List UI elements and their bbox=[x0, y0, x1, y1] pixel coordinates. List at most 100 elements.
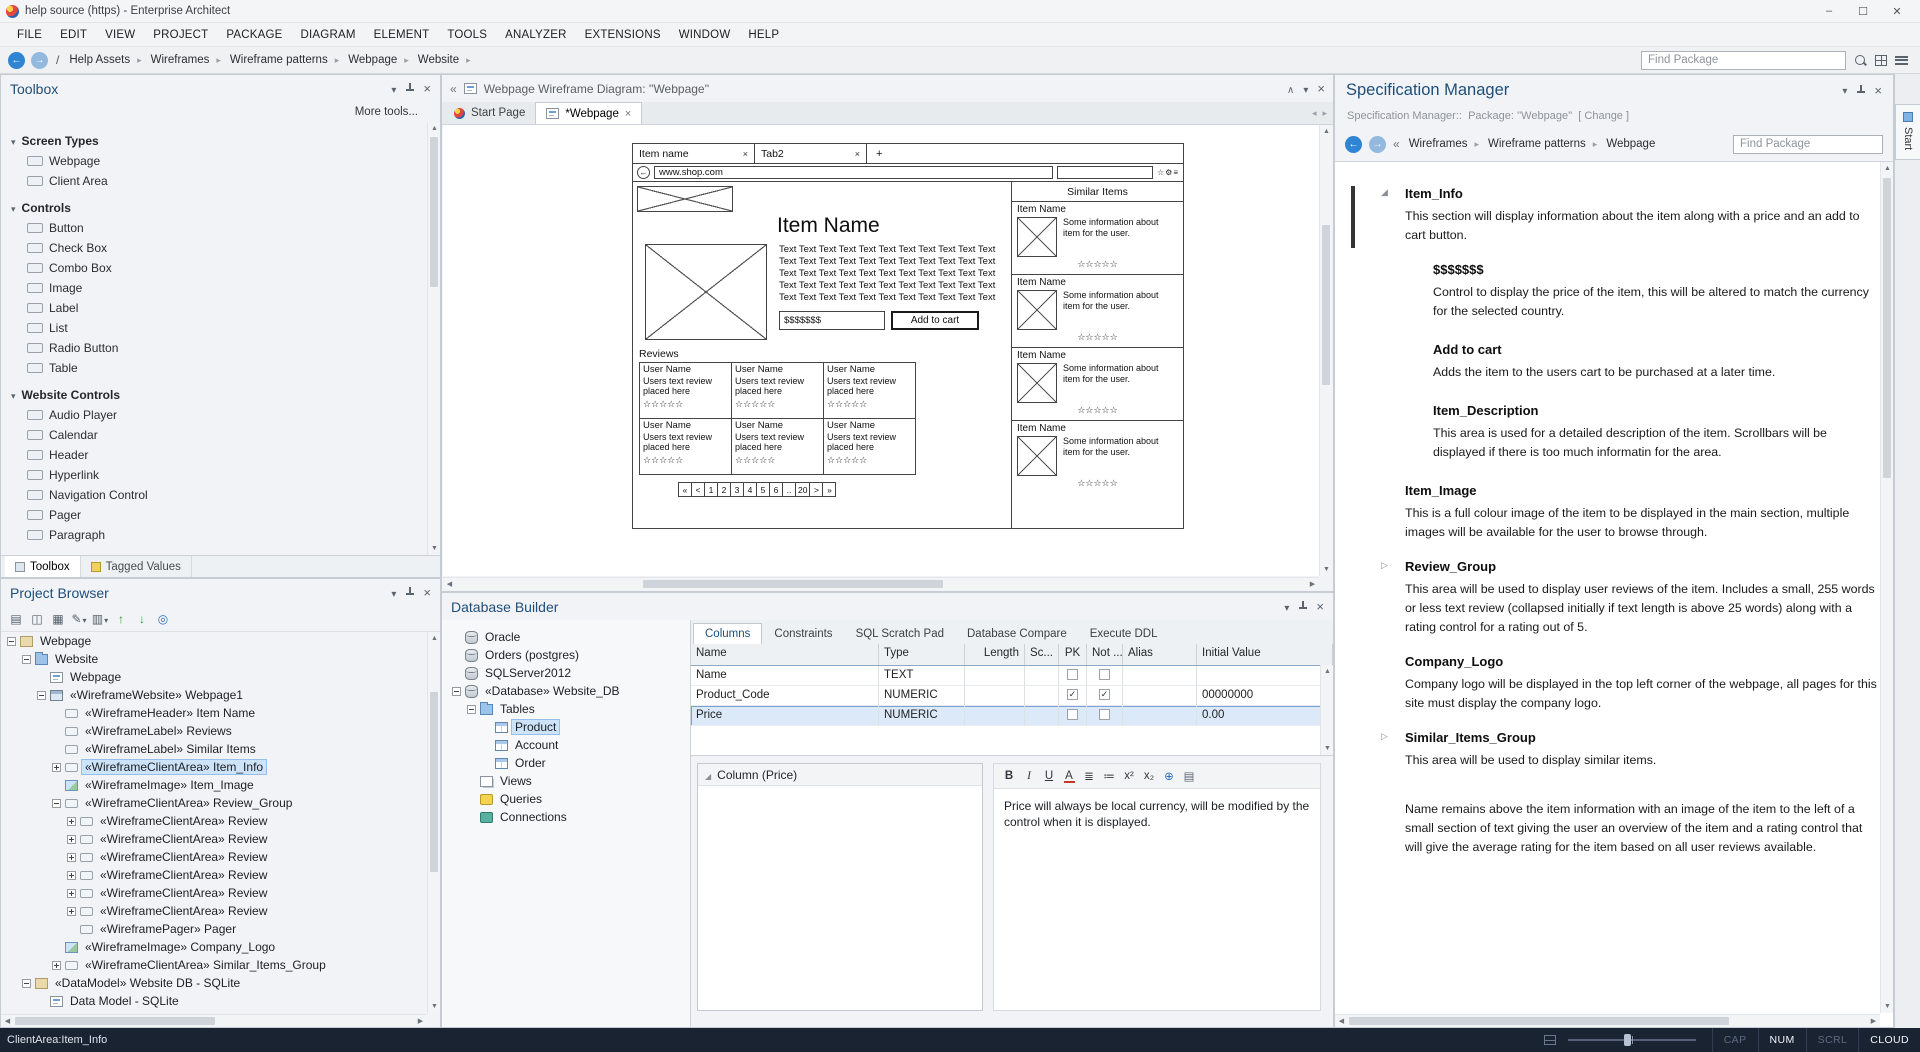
scrollbar-thumb[interactable] bbox=[430, 692, 438, 872]
expand-toggle-icon[interactable] bbox=[52, 961, 61, 970]
panel-menu-icon[interactable] bbox=[391, 82, 396, 96]
window-layout-icon[interactable] bbox=[1875, 55, 1887, 66]
move-up-icon[interactable]: ↑ bbox=[112, 610, 130, 628]
menu-item[interactable]: PROJECT bbox=[144, 29, 217, 41]
scroll-down-icon[interactable] bbox=[1320, 563, 1333, 576]
expand-toggle-icon[interactable] bbox=[467, 705, 476, 714]
toolbox-row[interactable]: Label bbox=[11, 298, 427, 318]
menu-item[interactable]: PACKAGE bbox=[217, 29, 291, 41]
scroll-left-icon[interactable] bbox=[1335, 1015, 1348, 1028]
scroll-up-icon[interactable] bbox=[1320, 125, 1333, 138]
breadcrumb-item[interactable]: Wireframe patterns bbox=[228, 52, 346, 68]
tree-item[interactable]: «WireframeImage» Item_Image bbox=[3, 776, 427, 794]
underline-icon[interactable]: U bbox=[1040, 767, 1058, 785]
panel-close-icon[interactable] bbox=[1317, 81, 1325, 96]
breadcrumb-item[interactable]: Website bbox=[416, 52, 478, 68]
spec-back-button[interactable] bbox=[1345, 136, 1362, 153]
scroll-up-icon[interactable] bbox=[428, 122, 441, 135]
expand-toggle-icon[interactable] bbox=[67, 889, 76, 898]
spec-entry[interactable]: Review_Group This area will be used to d… bbox=[1335, 559, 1880, 637]
toolbox-row[interactable]: List bbox=[11, 318, 427, 338]
pin-icon[interactable] bbox=[405, 587, 414, 598]
spec-hscrollbar[interactable] bbox=[1335, 1014, 1880, 1027]
scrollbar-thumb[interactable] bbox=[430, 137, 438, 287]
bold-icon[interactable]: B bbox=[1000, 767, 1018, 785]
tab-webpage[interactable]: *Webpage bbox=[535, 102, 642, 124]
notes-text[interactable]: Price will always be local currency, wil… bbox=[994, 789, 1320, 839]
tree-item[interactable]: Webpage bbox=[3, 668, 427, 686]
start-sidebar-tab[interactable]: Start bbox=[1895, 104, 1920, 160]
spec-breadcrumb-item[interactable]: Webpage bbox=[1604, 136, 1657, 152]
grid-header-cell[interactable]: Name bbox=[691, 644, 879, 665]
pk-checkbox[interactable] bbox=[1067, 689, 1078, 700]
wf-new-tab-button[interactable]: + bbox=[867, 144, 891, 163]
tab-scroll-right-icon[interactable]: ▸ bbox=[1322, 108, 1327, 119]
status-toggle[interactable]: SCRL bbox=[1806, 1028, 1859, 1052]
grid-header-cell[interactable]: Sc... bbox=[1025, 644, 1059, 665]
panel-close-icon[interactable] bbox=[423, 585, 431, 600]
pin-icon[interactable] bbox=[1298, 601, 1307, 612]
scrollbar-thumb[interactable] bbox=[1322, 225, 1330, 385]
toolbox-row[interactable]: Calendar bbox=[11, 425, 427, 445]
panel-menu-icon[interactable] bbox=[1842, 83, 1847, 97]
scroll-right-icon[interactable] bbox=[1867, 1015, 1880, 1028]
db-tree-item[interactable]: SQLServer2012 bbox=[448, 664, 690, 682]
wf-similar-item[interactable]: Item Name Some information about item fo… bbox=[1012, 420, 1183, 493]
toolbox-row[interactable]: Button bbox=[11, 218, 427, 238]
menu-item[interactable]: VIEW bbox=[96, 29, 144, 41]
grid-header-cell[interactable]: Not ... bbox=[1087, 644, 1123, 665]
expand-toggle-icon[interactable] bbox=[67, 907, 76, 916]
toolbox-row[interactable]: Audio Player bbox=[11, 405, 427, 425]
scrollbar-thumb[interactable] bbox=[643, 580, 943, 588]
tree-item[interactable]: «WireframeWebsite» Webpage1 bbox=[3, 686, 427, 704]
menu-item[interactable]: WINDOW bbox=[670, 29, 740, 41]
tree-item[interactable]: «WireframeClientArea» Review bbox=[3, 884, 427, 902]
canvas-hscrollbar[interactable] bbox=[443, 577, 1319, 590]
panel-menu-icon[interactable] bbox=[391, 586, 396, 600]
wf-url-field[interactable]: www.shop.com bbox=[654, 166, 1053, 179]
notnull-checkbox[interactable] bbox=[1099, 689, 1110, 700]
breadcrumb-item[interactable]: Help Assets bbox=[67, 52, 148, 68]
scroll-right-icon[interactable] bbox=[1306, 578, 1319, 591]
expand-toggle-icon[interactable] bbox=[67, 817, 76, 826]
toolbox-row[interactable]: Client Area bbox=[11, 171, 427, 191]
toolbox-row[interactable]: Image bbox=[11, 278, 427, 298]
toolbox-row[interactable]: Radio Button bbox=[11, 338, 427, 358]
database-tab[interactable]: SQL Scratch Pad bbox=[845, 624, 955, 644]
scrollbar-thumb[interactable] bbox=[15, 1017, 215, 1025]
document-icon[interactable]: ▤ bbox=[1180, 767, 1198, 785]
spec-entry[interactable]: Item_Info This section will display info… bbox=[1335, 186, 1880, 245]
scroll-right-icon[interactable] bbox=[414, 1015, 427, 1028]
scroll-down-icon[interactable] bbox=[1321, 742, 1334, 755]
wf-item-description-text[interactable]: Text Text Text Text Text Text Text Text … bbox=[779, 244, 1001, 304]
search-icon[interactable] bbox=[1854, 54, 1867, 67]
expand-toggle-icon[interactable] bbox=[22, 979, 31, 988]
collapse-left-icon[interactable] bbox=[450, 82, 457, 96]
toolbox-row[interactable]: Navigation Control bbox=[11, 485, 427, 505]
section-collapse-icon[interactable] bbox=[11, 201, 16, 215]
scroll-up-icon[interactable] bbox=[1881, 162, 1894, 175]
spec-breadcrumb-item[interactable]: Wireframes bbox=[1407, 136, 1486, 152]
grid-row[interactable]: Product_Code NUMERIC 00000000 bbox=[691, 686, 1333, 706]
panel-close-icon[interactable] bbox=[423, 81, 431, 96]
toolbox-row[interactable]: Webpage bbox=[11, 151, 427, 171]
section-collapse-icon[interactable] bbox=[11, 388, 16, 402]
zoom-slider-thumb[interactable] bbox=[1624, 1034, 1631, 1046]
status-toggle[interactable]: CLOUD bbox=[1858, 1028, 1920, 1052]
db-tree-item[interactable]: Oracle bbox=[448, 628, 690, 646]
font-color-icon[interactable]: A bbox=[1060, 767, 1078, 785]
toolbox-row[interactable]: Paragraph bbox=[11, 525, 427, 545]
spec-entry[interactable]: Name remains above the item information … bbox=[1335, 800, 1880, 857]
layout-icon[interactable]: ▥ bbox=[91, 610, 109, 628]
locate-icon[interactable]: ◎ bbox=[154, 610, 172, 628]
toolbox-row[interactable]: Screen Types bbox=[11, 131, 427, 151]
spec-forward-button[interactable] bbox=[1369, 136, 1386, 153]
wf-price-field[interactable]: $$$$$$$ bbox=[779, 311, 885, 330]
toolbox-row[interactable]: Header bbox=[11, 445, 427, 465]
spec-entry[interactable]: Item_Description This area is used for a… bbox=[1335, 403, 1880, 462]
scroll-left-icon[interactable] bbox=[1, 1015, 14, 1028]
tree-item[interactable]: Webpage bbox=[3, 632, 427, 650]
grid-header-cell[interactable]: PK bbox=[1059, 644, 1087, 665]
toolbox-row[interactable]: Hyperlink bbox=[11, 465, 427, 485]
move-down-icon[interactable]: ↓ bbox=[133, 610, 151, 628]
